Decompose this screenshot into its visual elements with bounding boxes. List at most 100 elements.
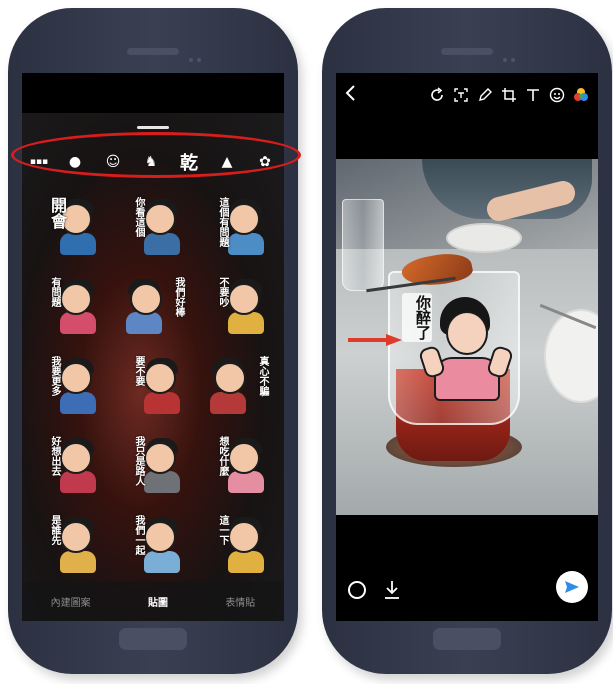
sticker-character-face	[144, 362, 176, 395]
sticker-pack-calligraphy-icon[interactable]: 乾	[176, 149, 202, 175]
phone-left: ▪▪▪ ● ☺ ♞ 乾 ▲ ✿ 開會 你看這個 這個有問題有問題 我們好棒 不要吵我要更多 要不要 真心…	[8, 8, 298, 674]
sticker-caption: 開會	[48, 197, 67, 229]
water-glass	[342, 199, 384, 291]
sticker-category-tabs: 內建圖案 貼圖 表情貼	[22, 581, 284, 621]
sticker-item[interactable]: 我們好棒	[116, 269, 190, 343]
sticker-character-face	[144, 521, 176, 554]
download-icon[interactable]	[382, 579, 402, 601]
sticker-caption: 我要更多	[49, 356, 60, 397]
sticker-character-body	[60, 471, 96, 494]
sticker-item[interactable]: 我們一起	[116, 507, 190, 581]
sticker-character-body	[144, 232, 180, 255]
sticker-character-body	[144, 550, 180, 573]
send-button[interactable]	[556, 571, 588, 603]
sensor-dots	[187, 48, 207, 62]
sticker-caption: 要不要	[133, 356, 144, 387]
sheet-grabber-handle[interactable]	[137, 126, 169, 129]
sticker-caption: 你看這個	[133, 197, 144, 237]
crop-icon[interactable]	[500, 86, 518, 104]
sticker-character-face	[228, 441, 260, 474]
tab-stickers[interactable]: 貼圖	[148, 594, 168, 609]
sticker-character-face	[60, 282, 92, 315]
photo-editor-screen: 你醉了	[336, 73, 598, 621]
sticker-item[interactable]: 我只是路人	[116, 428, 190, 502]
sticker-item[interactable]: 開會	[32, 189, 106, 263]
sticker-character-face	[60, 362, 92, 395]
sticker-character-body	[228, 550, 264, 573]
sticker-character-body	[60, 232, 96, 255]
sticker-pack-teapot-icon[interactable]: ●	[62, 149, 88, 175]
sticker-item[interactable]: 這一下	[200, 507, 274, 581]
sticker-item[interactable]: 好想出去	[32, 428, 106, 502]
sticker-character-body	[60, 312, 96, 335]
sticker-character-body	[228, 312, 264, 335]
sticker-item[interactable]: 不要吵	[200, 269, 274, 343]
sticker-caption: 是誰先	[49, 515, 60, 546]
phone-right: 你醉了	[322, 8, 612, 674]
sticker-character-body	[228, 232, 264, 255]
editor-bottom-bar	[336, 529, 598, 621]
pencil-icon[interactable]	[476, 86, 494, 104]
sticker-item[interactable]: 想吃什麼	[200, 428, 274, 502]
sticker-caption: 好想出去	[49, 435, 60, 476]
sticker-grid: 開會 你看這個 這個有問題有問題 我們好棒 不要吵我要更多 要不要 真心不騙好想出去 我只是路…	[32, 189, 274, 581]
color-palette-icon[interactable]	[572, 86, 590, 104]
sticker-face	[446, 311, 488, 355]
sticker-caption: 這一下	[217, 515, 228, 546]
sticker-caption: 你醉了	[402, 293, 432, 342]
sticker-item[interactable]: 你看這個	[116, 189, 190, 263]
sticker-character-body	[228, 471, 264, 494]
sticker-character-face	[60, 441, 92, 474]
sticker-caption: 我只是路人	[133, 435, 144, 486]
sticker-caption: 有問題	[49, 276, 60, 307]
text-frame-icon[interactable]	[452, 86, 470, 104]
sticker-character-body	[144, 391, 180, 414]
edited-photo-canvas[interactable]: 你醉了	[336, 159, 598, 515]
sticker-picker-screen: ▪▪▪ ● ☺ ♞ 乾 ▲ ✿ 開會 你看這個 這個有問題有問題 我們好棒 不要吵我要更多 要不要 真心…	[22, 73, 284, 621]
sticker-character-body	[210, 391, 246, 414]
sticker-caption: 想吃什麼	[217, 435, 228, 476]
home-button[interactable]	[433, 628, 501, 650]
sticker-item[interactable]: 有問題	[32, 269, 106, 343]
timer-circle-icon[interactable]	[348, 581, 366, 599]
home-button[interactable]	[119, 628, 187, 650]
sticker-caption: 不要吵	[217, 276, 228, 307]
sticker-character-body	[126, 312, 162, 335]
sticker-pack-strip: ▪▪▪ ● ☺ ♞ 乾 ▲ ✿	[24, 145, 282, 179]
sticker-character-face	[130, 282, 162, 315]
sensor-dots	[501, 48, 521, 62]
tab-built-in[interactable]: 內建圖案	[51, 594, 91, 609]
sticker-character-body	[144, 471, 180, 494]
emoji-icon[interactable]	[548, 86, 566, 104]
sticker-character-body	[60, 550, 96, 573]
sticker-character-face	[228, 282, 260, 315]
sticker-item[interactable]: 是誰先	[32, 507, 106, 581]
sticker-character-face	[228, 203, 260, 235]
sticker-character-body	[60, 391, 96, 414]
text-icon[interactable]	[524, 86, 542, 104]
sticker-caption: 這個有問題	[217, 197, 228, 247]
speaker-grille	[127, 48, 179, 55]
rotate-icon[interactable]	[428, 86, 446, 104]
sticker-pack-face-icon[interactable]: ☺	[100, 149, 126, 175]
editor-toolbar	[336, 73, 598, 117]
sticker-pack-text-icon[interactable]: ▪▪▪	[28, 149, 50, 175]
tab-emoji-stickers[interactable]: 表情貼	[225, 594, 255, 609]
speaker-grille	[441, 48, 493, 55]
sticker-pack-mountain-icon[interactable]: ▲	[214, 149, 240, 175]
sticker-item[interactable]: 真心不騙	[200, 348, 274, 422]
sticker-caption: 真心不騙	[257, 356, 268, 397]
red-arrow-annotation	[348, 334, 402, 346]
sticker-character-face	[60, 521, 92, 554]
sticker-item[interactable]: 我要更多	[32, 348, 106, 422]
sticker-character-face	[228, 521, 260, 554]
background-plate	[446, 223, 522, 253]
sticker-pack-rabbit-icon[interactable]: ✿	[252, 149, 278, 175]
back-arrow-icon[interactable]	[344, 83, 370, 107]
sticker-item[interactable]: 要不要	[116, 348, 190, 422]
sticker-item[interactable]: 這個有問題	[200, 189, 274, 263]
sticker-character-face	[144, 441, 176, 474]
sticker-caption: 我們一起	[133, 515, 144, 556]
sticker-caption: 我們好棒	[173, 276, 184, 317]
sticker-pack-dinosaur-icon[interactable]: ♞	[138, 149, 164, 175]
